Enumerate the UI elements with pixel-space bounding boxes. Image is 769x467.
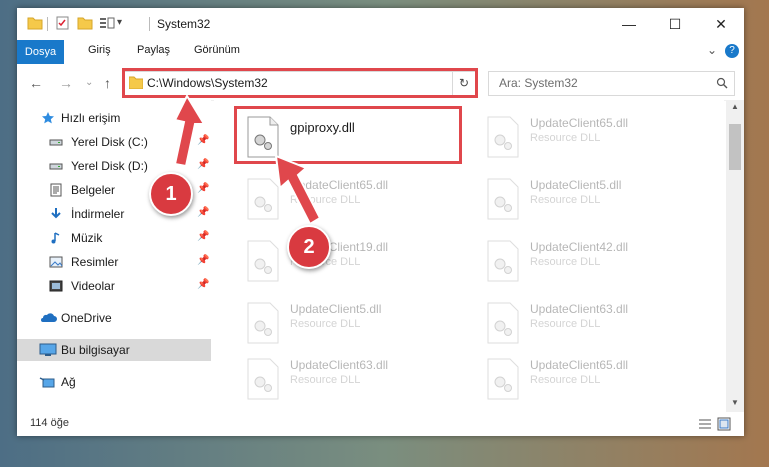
arrow-2 xyxy=(274,154,322,226)
arrow-1 xyxy=(173,93,206,168)
step-1-badge: 1 xyxy=(149,172,193,216)
step-2-badge: 2 xyxy=(287,225,331,269)
annotation-arrows xyxy=(173,93,322,226)
